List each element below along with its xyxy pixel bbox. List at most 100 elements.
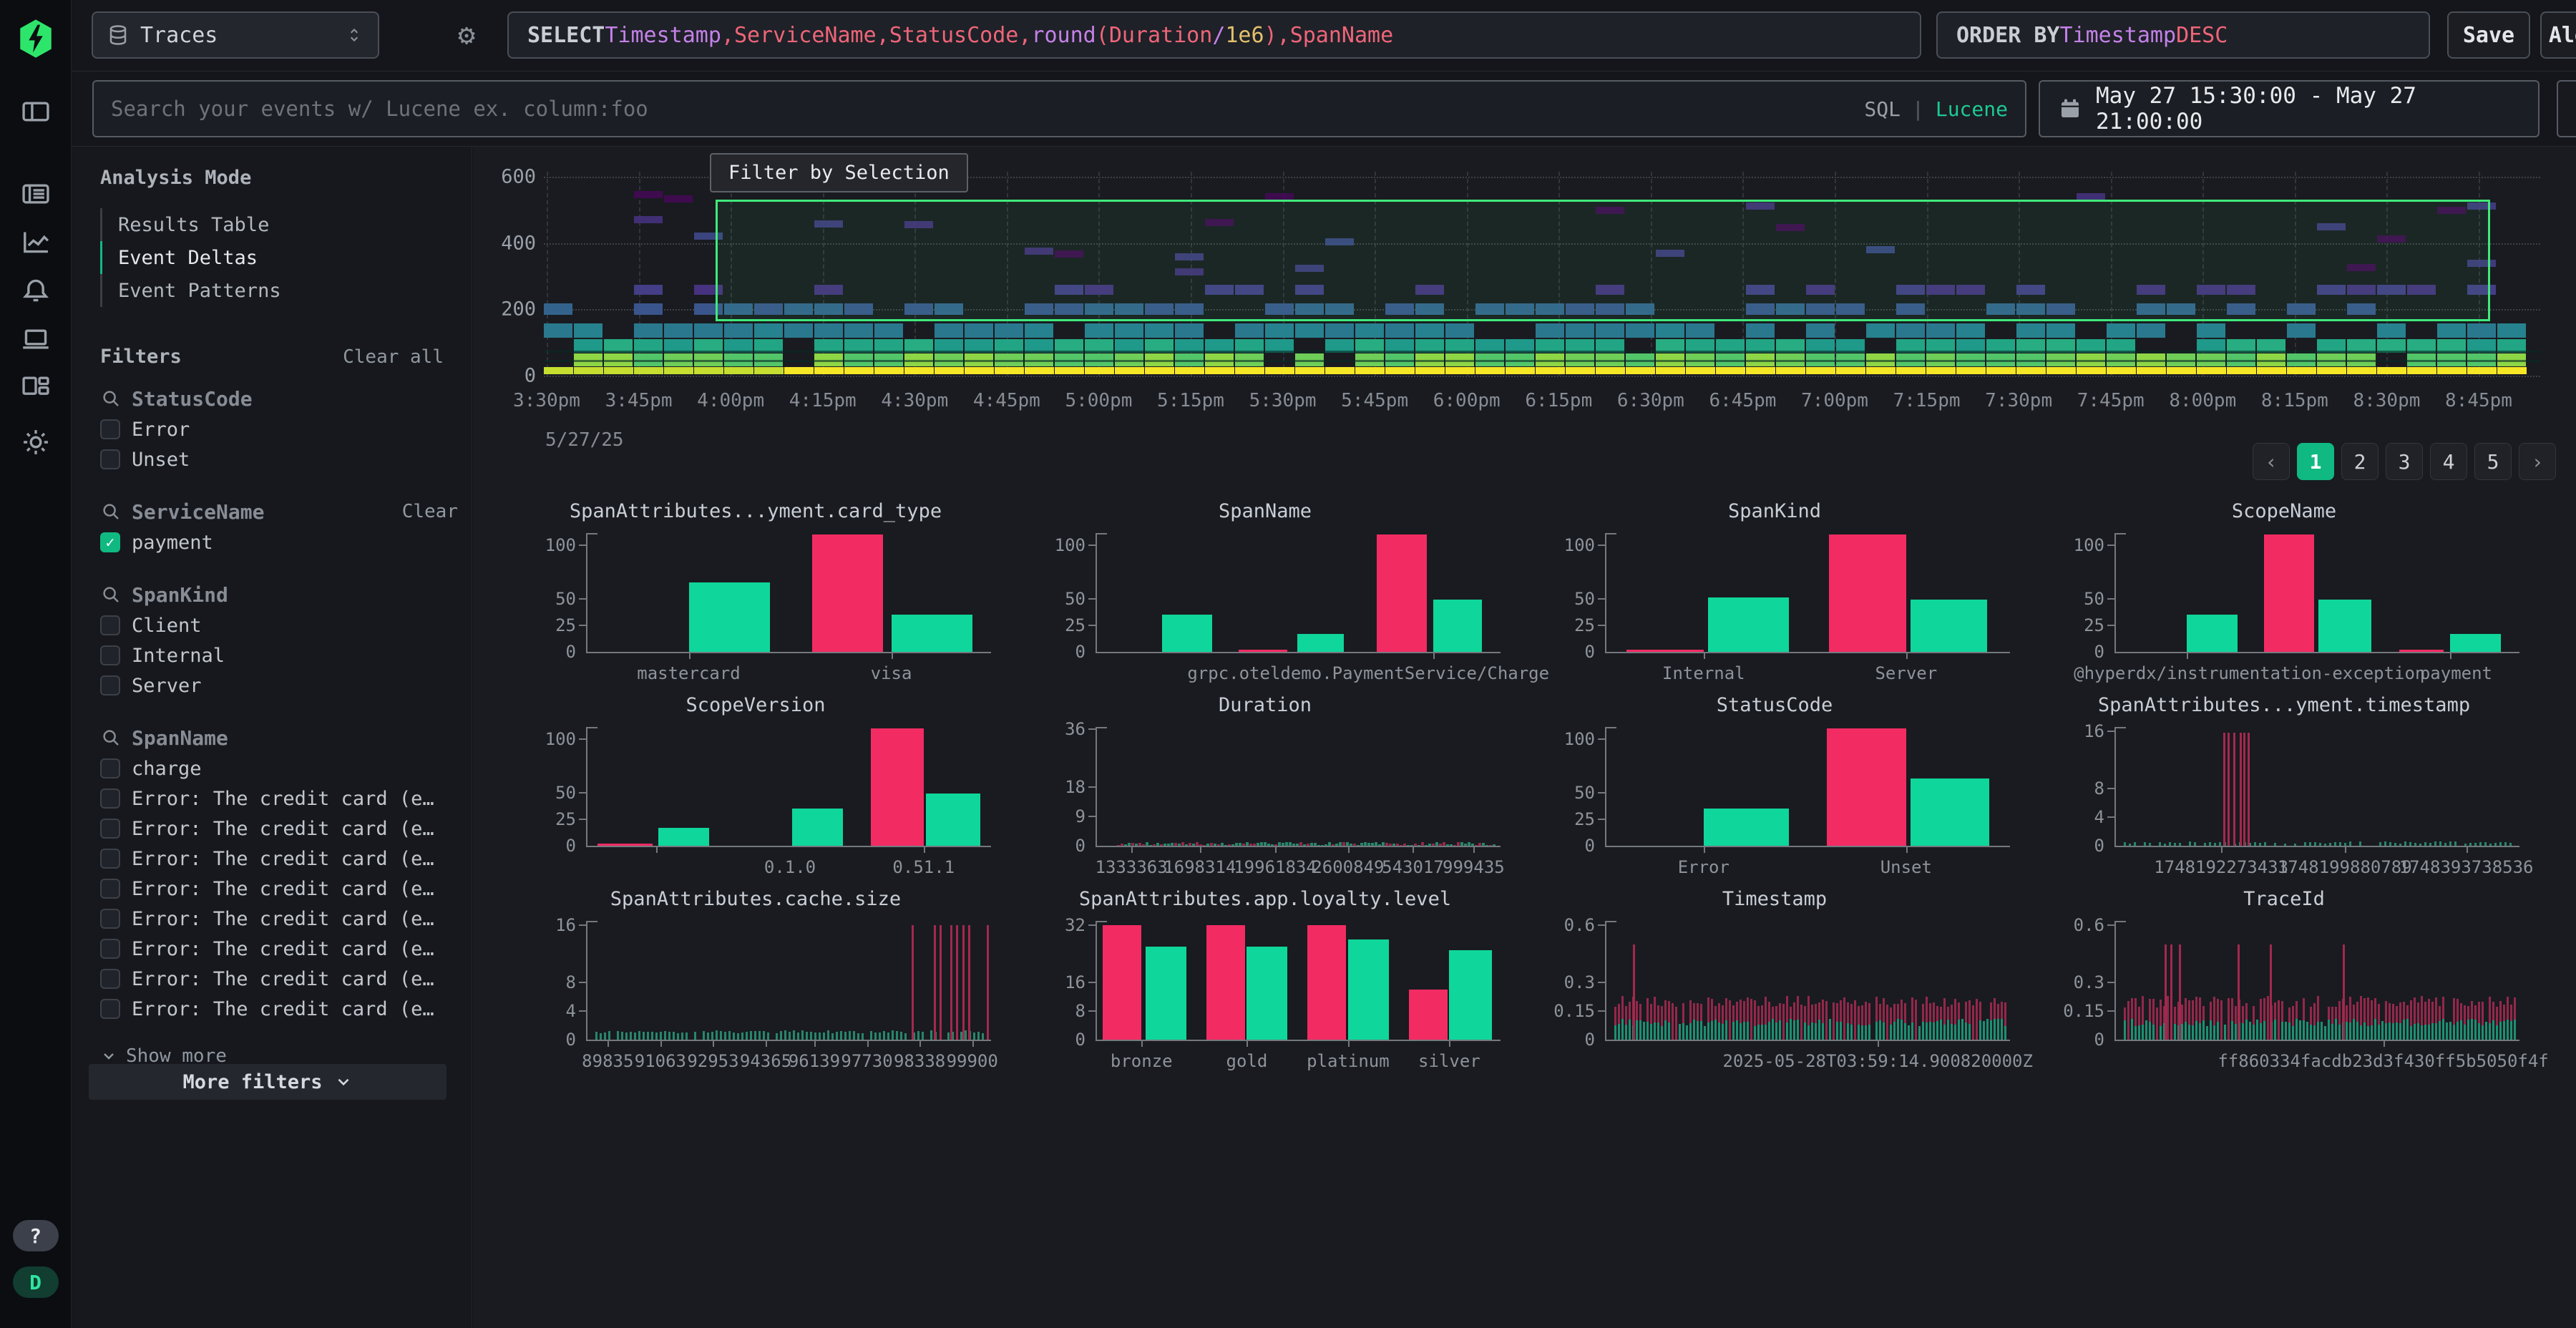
search-icon[interactable] [100, 501, 122, 522]
filter-option[interactable]: Unset [100, 444, 458, 474]
source-settings-gear-icon[interactable]: ⚙ [458, 19, 475, 52]
bar [1435, 842, 1438, 846]
pagination-page-1[interactable]: 1 [2297, 443, 2334, 480]
checkbox[interactable] [100, 615, 120, 635]
bar [2439, 1021, 2441, 1040]
checkbox[interactable] [100, 758, 120, 778]
x-axis-label: 543017 [1382, 857, 1444, 877]
bar [689, 582, 770, 652]
filter-option[interactable]: Client [100, 610, 458, 640]
bar [1235, 843, 1238, 846]
dashboards-icon[interactable] [16, 366, 56, 406]
bar [789, 1032, 791, 1040]
alerts-button[interactable]: Alerts [2540, 11, 2576, 59]
run-query-button[interactable]: ▷ [2557, 80, 2576, 137]
filter-by-selection-button[interactable]: Filter by Selection [710, 153, 968, 192]
bar [2424, 842, 2426, 846]
pagination-page-4[interactable]: 4 [2430, 443, 2467, 480]
clear-all-filters-link[interactable]: Clear all [343, 346, 444, 368]
main-content: Filter by Selection 0200400600 3:30pm3:4… [473, 147, 2576, 1328]
date-range-picker[interactable]: May 27 15:30:00 - May 27 21:00:00 [2039, 80, 2540, 137]
analysis-mode-event-deltas[interactable]: Event Deltas [100, 241, 444, 274]
x-axis-label: platinum [1307, 1051, 1390, 1071]
filter-option[interactable]: Error: The credit card (end… [100, 964, 458, 994]
checkbox[interactable] [100, 969, 120, 989]
sql-toggle[interactable]: SQL [1864, 97, 1901, 121]
heatmap-cell [2317, 367, 2346, 374]
filter-option[interactable]: charge [100, 753, 458, 783]
checkbox[interactable] [100, 449, 120, 469]
checkbox[interactable] [100, 909, 120, 929]
bar [1633, 944, 1635, 1040]
query-token: DESC [2176, 23, 2228, 48]
heatmap-cell [1265, 323, 1294, 338]
bar [2360, 1025, 2362, 1040]
filter-option[interactable]: Error: The credit card (end… [100, 844, 458, 874]
filter-option[interactable]: Error: The credit card (end… [100, 783, 458, 814]
mini-chart-status_code: StatusCode02550100ErrorUnset [1521, 694, 2029, 887]
filter-option[interactable]: Error: The credit card (end… [100, 874, 458, 904]
events-heatmap[interactable]: Filter by Selection [544, 172, 2540, 376]
pagination-prev[interactable]: ‹ [2253, 443, 2290, 480]
checkbox[interactable] [100, 999, 120, 1019]
save-button[interactable]: Save [2447, 11, 2530, 59]
sessions-laptop-icon[interactable] [16, 319, 56, 359]
x-tick [713, 1040, 714, 1047]
bar [1292, 844, 1295, 846]
heatmap-cell [1055, 367, 1084, 374]
order-by-input[interactable]: ORDER BY Timestamp DESC [1936, 11, 2430, 59]
heatmap-selection-box[interactable] [716, 200, 2490, 321]
filter-option[interactable]: Error: The credit card (end… [100, 814, 458, 844]
search-icon[interactable] [100, 388, 122, 409]
pagination-page-2[interactable]: 2 [2341, 443, 2379, 480]
y-tick [579, 545, 587, 546]
bar [904, 1033, 907, 1040]
bar [1943, 1025, 1946, 1040]
alerts-bell-icon[interactable] [16, 270, 56, 311]
settings-gear-icon[interactable] [16, 422, 56, 462]
checkbox[interactable] [100, 788, 120, 809]
analysis-mode-results-table[interactable]: Results Table [100, 208, 444, 241]
search-input[interactable] [111, 97, 1864, 121]
pagination-page-3[interactable]: 3 [2386, 443, 2423, 480]
checkbox[interactable] [100, 675, 120, 695]
heatmap-cell [634, 323, 663, 338]
bar [595, 1032, 597, 1040]
filter-option[interactable]: ✓payment [100, 527, 458, 557]
search-panel-icon[interactable] [16, 92, 56, 132]
checkbox[interactable] [100, 849, 120, 869]
more-filters-button[interactable]: More filters [89, 1064, 447, 1100]
y-tick [1598, 545, 1606, 546]
search-icon[interactable] [100, 584, 122, 605]
filter-option[interactable]: Error [100, 414, 458, 444]
help-button[interactable]: ? [13, 1220, 59, 1251]
checkbox-checked[interactable]: ✓ [100, 532, 120, 552]
app-logo[interactable] [16, 19, 56, 59]
checkbox[interactable] [100, 939, 120, 959]
logs-icon[interactable] [16, 174, 56, 214]
pagination-page-5[interactable]: 5 [2474, 443, 2512, 480]
query-token: ORDER BY [1956, 23, 2060, 48]
bar [1646, 1022, 1649, 1040]
search-icon[interactable] [100, 727, 122, 748]
filter-group-clear-link[interactable]: Clear [402, 501, 458, 522]
checkbox[interactable] [100, 879, 120, 899]
select-query-input[interactable]: SELECT Timestamp,ServiceName,StatusCode,… [507, 11, 1921, 59]
bar [2274, 1020, 2276, 1040]
checkbox[interactable] [100, 819, 120, 839]
chart-icon[interactable] [16, 222, 56, 262]
filter-option[interactable]: Error: The credit card (end… [100, 934, 458, 964]
avatar[interactable]: D [13, 1266, 59, 1298]
pagination-next[interactable]: › [2519, 443, 2556, 480]
checkbox[interactable] [100, 419, 120, 439]
bar [2231, 1021, 2233, 1040]
filter-option[interactable]: Server [100, 670, 458, 700]
analysis-mode-event-patterns[interactable]: Event Patterns [100, 274, 444, 307]
filter-option[interactable]: Error: The credit card (end… [100, 904, 458, 934]
filter-option[interactable]: Internal [100, 640, 458, 670]
filter-option-label: Error: The credit card (end… [132, 998, 439, 1020]
checkbox[interactable] [100, 645, 120, 665]
lucene-toggle[interactable]: Lucene [1936, 97, 2008, 121]
source-select[interactable]: Traces [92, 11, 379, 59]
filter-option[interactable]: Error: The credit card (end… [100, 994, 458, 1024]
